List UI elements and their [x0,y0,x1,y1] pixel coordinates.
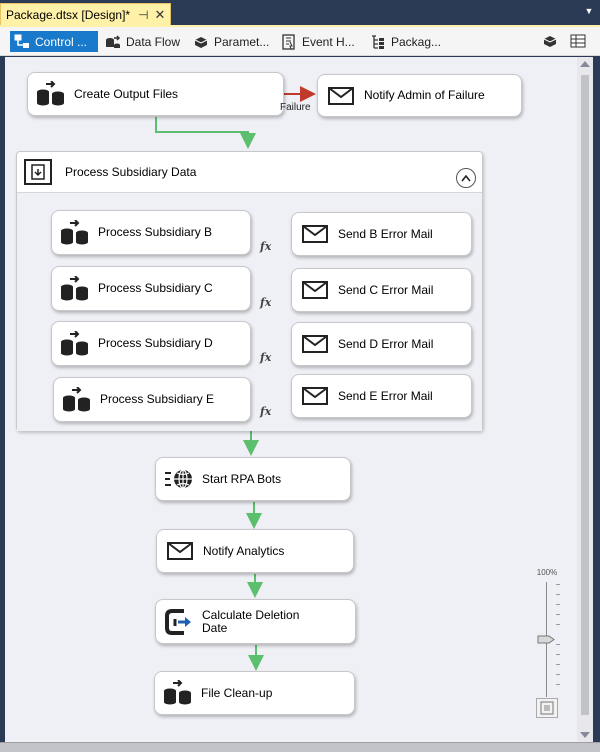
tab-package-explorer[interactable]: Packag... [366,31,444,52]
task-label: Process Subsidiary E [100,392,215,406]
tab-label: Control ... [35,34,88,49]
collapse-chevron-icon[interactable] [456,168,476,188]
parameters-icon [192,34,210,50]
design-canvas[interactable]: Create Output Files Failure Notify Admin… [5,57,577,742]
task-label: Create Output Files [74,86,179,101]
event-handlers-icon [280,33,298,50]
execute-package-icon [60,330,90,357]
send-mail-icon [326,83,356,109]
scrollbar-thumb[interactable] [581,75,589,715]
tab-parameters[interactable]: Paramet... [189,31,272,52]
task-label: Send C Error Mail [338,282,434,297]
task-label: Process Subsidiary D [98,336,213,350]
failure-constraint-label: Failure [280,102,311,113]
window-frame-edge [593,57,600,751]
zoom-tick [556,584,560,585]
task-notify-analytics[interactable]: Notify Analytics [156,529,354,573]
tab-label: Event H... [302,34,355,49]
task-label: Calculate Deletion Date [202,607,300,635]
send-mail-icon [300,331,330,357]
expression-fx-icon: fx [260,240,272,253]
task-label: Send E Error Mail [338,388,433,403]
close-icon[interactable]: ✕ [155,7,166,23]
task-process-subsidiary-c[interactable]: Process Subsidiary C [51,266,251,311]
zoom-fit-icon [540,701,554,715]
expression-fx-icon: fx [260,351,272,364]
task-calculate-deletion-date[interactable]: Calculate Deletion Date [155,599,356,644]
document-tab[interactable]: Package.dtsx [Design]* ⊣ ✕ [0,3,172,25]
execute-package-icon [62,386,92,413]
task-send-c-error-mail[interactable]: Send C Error Mail [291,268,472,312]
task-label: Notify Analytics [203,543,285,558]
task-notify-admin[interactable]: Notify Admin of Failure [317,74,522,117]
send-mail-icon [300,383,330,409]
connection-managers-icon[interactable] [541,32,559,50]
pin-icon[interactable]: ⊣ [138,8,148,22]
zoom-tick [556,684,560,685]
zoom-tick [556,624,560,625]
tab-control-flow[interactable]: Control ... [10,31,98,52]
tab-label: Data Flow [126,34,181,49]
task-file-cleanup[interactable]: File Clean-up [154,671,355,715]
task-label-line1: Calculate Deletion [202,607,300,622]
task-send-b-error-mail[interactable]: Send B Error Mail [291,212,472,256]
tab-label: Paramet... [214,34,270,49]
send-mail-icon [300,277,330,303]
file-system-task-icon [163,680,193,706]
task-label: File Clean-up [201,685,273,700]
script-task-icon [164,608,194,635]
task-label: Start RPA Bots [202,471,282,486]
scroll-up-arrow-icon[interactable] [580,61,590,67]
task-label: Process Subsidiary B [98,225,213,239]
task-create-output-files[interactable]: Create Output Files [27,72,284,116]
task-label: Process Subsidiary C [98,281,213,295]
send-mail-icon [300,221,330,247]
data-flow-icon [104,34,122,50]
task-process-subsidiary-e[interactable]: Process Subsidiary E [53,377,251,422]
designer-toolbar: Control ... Data Flow Paramet... Event H… [0,27,600,56]
task-start-rpa-bots[interactable]: Start RPA Bots [155,457,351,501]
task-send-d-error-mail[interactable]: Send D Error Mail [291,322,472,366]
expression-fx-icon: fx [260,405,272,418]
zoom-to-fit-button[interactable] [536,698,558,718]
execute-package-icon [60,219,90,246]
zoom-tick [556,594,560,595]
zoom-percent-label: 100% [536,568,558,577]
task-process-subsidiary-b[interactable]: Process Subsidiary B [51,210,251,255]
tab-event-handlers[interactable]: Event H... [277,31,358,52]
file-system-task-icon [36,81,66,107]
zoom-tick [556,664,560,665]
success-connector [155,117,256,149]
vertical-scrollbar[interactable] [577,57,593,742]
zoom-tick [556,614,560,615]
execute-package-icon [60,275,90,302]
tab-dropdown-icon[interactable]: ▼ [584,6,594,16]
container-header: Process Subsidiary Data [17,152,482,192]
control-flow-icon [13,34,31,50]
variables-grid-icon[interactable] [569,32,587,50]
send-mail-icon [165,538,195,564]
zoom-tick [556,644,560,645]
task-label: Send D Error Mail [338,336,434,351]
zoom-tick [556,654,560,655]
tab-label: Packag... [391,34,442,49]
document-tab-title: Package.dtsx [Design]* [6,7,131,22]
task-send-e-error-mail[interactable]: Send E Error Mail [291,374,472,418]
expression-fx-icon: fx [260,296,272,309]
task-label-line2: Date [202,620,228,635]
zoom-tick [556,674,560,675]
scroll-down-arrow-icon[interactable] [580,732,590,738]
task-label: Send B Error Mail [338,226,433,241]
zoom-tick [556,604,560,605]
package-explorer-icon [369,34,387,50]
document-tab-bar: Package.dtsx [Design]* ⊣ ✕ ▼ [0,0,600,25]
zoom-slider-handle[interactable] [537,631,555,644]
container-title: Process Subsidiary Data [65,165,197,179]
web-service-globe-icon [164,466,194,492]
sequence-container-icon [23,158,53,186]
zoom-control: 100% [532,568,562,728]
task-process-subsidiary-d[interactable]: Process Subsidiary D [51,321,251,366]
task-label: Notify Admin of Failure [364,88,485,102]
tab-data-flow[interactable]: Data Flow [101,31,183,52]
